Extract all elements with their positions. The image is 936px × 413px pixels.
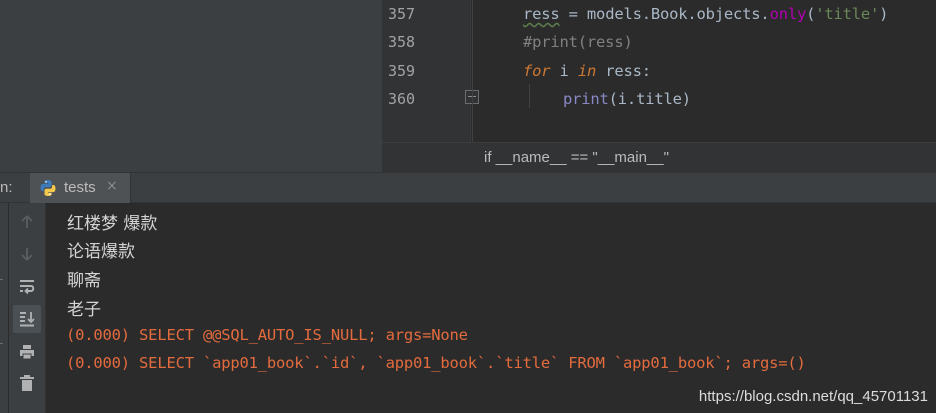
code-editor[interactable]: 357 358 359 360 ress = models.Book.objec… <box>382 0 936 172</box>
code-line-360[interactable]: print(i.title) <box>563 90 691 108</box>
clear-console-button[interactable] <box>13 369 41 397</box>
code-text: i <box>550 62 578 80</box>
sql-log-line: (0.000) SELECT @@SQL_AUTO_IS_NULL; args=… <box>66 326 468 344</box>
keyword-in: in <box>577 62 597 80</box>
code-line-358[interactable]: #print(ress) <box>523 33 633 51</box>
close-icon[interactable]: × <box>106 178 118 194</box>
sql-log-line: (0.000) SELECT `app01_book`.`id`, `app01… <box>66 354 806 372</box>
code-text: = models.Book.objects. <box>559 5 770 23</box>
tab-tests[interactable]: tests × <box>30 173 131 203</box>
code-line-359[interactable]: for i in ress: <box>523 62 651 80</box>
indent-guide <box>472 0 473 142</box>
output-line: 聊斋 <box>67 271 101 291</box>
builtin-print: print <box>563 90 609 108</box>
string-literal: 'title' <box>815 5 880 23</box>
method-name: only <box>769 5 807 23</box>
output-line: 老子 <box>67 300 101 320</box>
output-line: 红楼梦 爆款 <box>67 214 158 234</box>
trash-icon <box>19 374 35 392</box>
code-text: ( <box>806 5 816 23</box>
project-pane <box>0 0 382 172</box>
code-text: ress: <box>596 62 651 80</box>
python-icon <box>39 179 57 197</box>
run-toolbar <box>9 203 46 413</box>
stripe-tick <box>0 279 3 280</box>
scroll-to-end-button[interactable] <box>13 305 41 333</box>
breadcrumb[interactable]: if __name__ == "__main__" <box>382 142 936 172</box>
tool-window-stripe <box>0 203 8 413</box>
run-tab-bar: n: tests × <box>0 172 936 203</box>
line-number: 359 <box>388 62 416 80</box>
variable-ress: ress <box>523 5 560 23</box>
indent-guide <box>529 84 530 108</box>
tab-label: tests <box>64 179 96 196</box>
line-number: 358 <box>388 33 416 51</box>
scroll-down-button[interactable] <box>13 240 41 268</box>
output-line: 论语爆款 <box>67 242 135 262</box>
watermark: https://blog.csdn.net/qq_45701131 <box>698 388 928 405</box>
console-output[interactable]: 红楼梦 爆款 论语爆款 聊斋 老子 (0.000) SELECT @@SQL_A… <box>46 203 936 413</box>
scroll-up-button[interactable] <box>13 208 41 236</box>
soft-wrap-icon <box>18 278 36 296</box>
editor-gutter: 357 358 359 360 <box>382 0 470 142</box>
keyword-for: for <box>523 62 551 80</box>
print-button[interactable] <box>13 338 41 366</box>
code-text: ) <box>879 5 889 23</box>
run-window-label: n: <box>0 179 13 196</box>
scroll-to-end-icon <box>18 310 36 328</box>
code-text: (i.title) <box>608 90 691 108</box>
scroll-up-icon <box>19 214 35 230</box>
scroll-down-icon <box>19 246 35 262</box>
print-icon <box>18 343 36 361</box>
code-comment: #print(ress) <box>523 33 633 51</box>
line-number: 357 <box>388 5 416 23</box>
stripe-tick <box>0 343 3 344</box>
soft-wrap-button[interactable] <box>13 273 41 301</box>
line-number: 360 <box>388 90 416 108</box>
breadcrumb-text[interactable]: if __name__ == "__main__" <box>484 149 669 166</box>
gutter-divider <box>470 0 471 142</box>
code-line-357[interactable]: ress = models.Book.objects.only('title') <box>523 5 889 23</box>
